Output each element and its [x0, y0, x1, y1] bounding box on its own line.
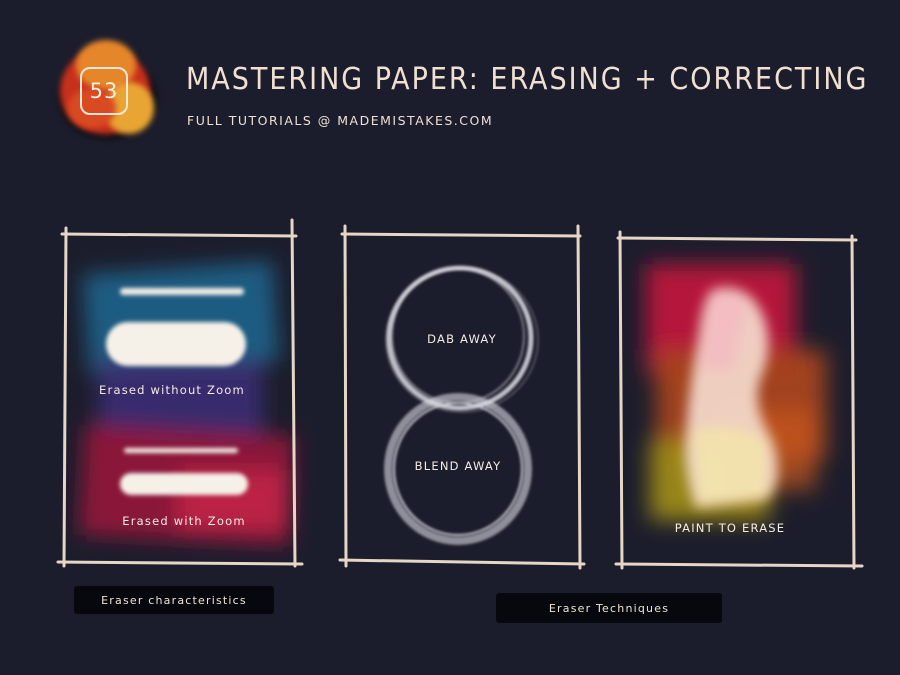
logo-number: 53 [80, 67, 128, 115]
panel-eraser-techniques: DAB AWAY BLEND AWAY [338, 222, 586, 570]
label-paint-to-erase: PAINT TO ERASE [674, 521, 786, 535]
page-title: MASTERING PAPER: ERASING + CORRECTING [186, 62, 869, 97]
panel-2-art [338, 224, 586, 570]
label-dab-away: DAB AWAY [427, 332, 497, 346]
page-subtitle: FULL TUTORIALS @ MADEMISTAKES.COM [187, 113, 494, 128]
panel-paint-to-erase: PAINT TO ERASE [614, 230, 864, 574]
panel-eraser-characteristics: Erased without Zoom Erased with Zoom [56, 218, 304, 570]
label-erased-without-zoom: Erased without Zoom [99, 383, 245, 397]
label-erased-with-zoom: Erased with Zoom [122, 514, 246, 528]
label-blend-away: BLEND AWAY [414, 459, 502, 473]
logo: 53 [50, 38, 170, 150]
caption-eraser-techniques: Eraser Techniques [496, 593, 722, 623]
caption-eraser-characteristics: Eraser characteristics [74, 586, 274, 614]
